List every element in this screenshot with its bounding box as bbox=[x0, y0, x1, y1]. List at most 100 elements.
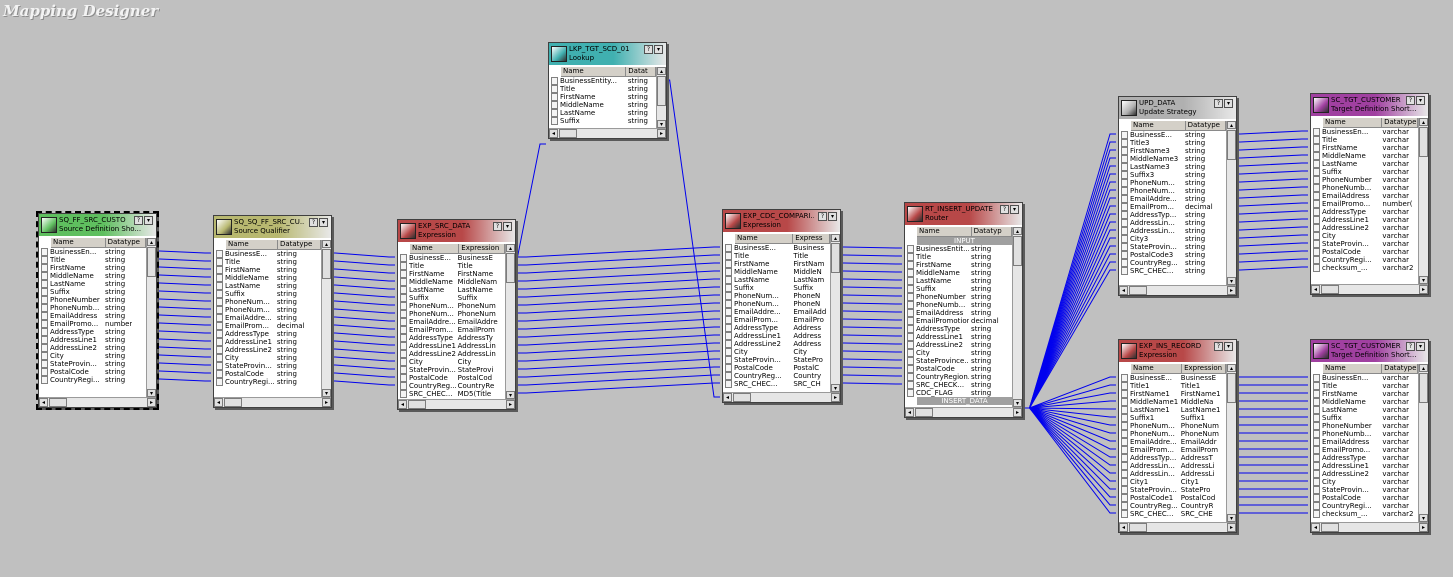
input-port[interactable] bbox=[1121, 502, 1128, 510]
scroll-down-arrow[interactable]: ▾ bbox=[1227, 277, 1236, 285]
port-row[interactable]: Title1 Title1 bbox=[1119, 382, 1234, 390]
help-button[interactable]: ? bbox=[1214, 342, 1223, 351]
link-router-upd[interactable] bbox=[1025, 245, 1116, 409]
transformation-sq[interactable]: SQ_SQ_FF_SRC_CU... Source Qualifier? ▾ Name… bbox=[213, 215, 332, 408]
link-exp-cdc[interactable] bbox=[516, 278, 720, 290]
port-row[interactable]: BusinessEn... string bbox=[39, 248, 154, 256]
input-port[interactable] bbox=[41, 248, 48, 256]
link-router-upd[interactable] bbox=[1025, 261, 1116, 409]
input-port[interactable] bbox=[1121, 478, 1128, 486]
port-row[interactable]: BusinessE... BusinessE bbox=[398, 254, 513, 262]
port-grid[interactable]: Name Express BusinessE... Business Title Titl… bbox=[723, 232, 840, 402]
horizontal-scrollbar[interactable]: ◂ ▸ bbox=[1311, 284, 1428, 294]
port-row[interactable]: EmailAddre... EmailAdd bbox=[723, 308, 838, 316]
link-upd-target[interactable] bbox=[1237, 202, 1308, 207]
input-port[interactable] bbox=[400, 302, 407, 310]
minimize-button[interactable]: ▾ bbox=[828, 212, 837, 221]
link-router-exp-ins[interactable] bbox=[1025, 407, 1116, 458]
input-port[interactable] bbox=[1313, 152, 1320, 160]
vertical-scrollbar[interactable]: ▴ ▾ bbox=[1226, 364, 1236, 522]
link-sq-exp[interactable] bbox=[332, 372, 395, 378]
link-upd-target[interactable] bbox=[1237, 146, 1308, 151]
input-port[interactable] bbox=[41, 328, 48, 336]
port-row[interactable]: AddressLine1 string bbox=[214, 338, 329, 346]
scroll-right-arrow[interactable]: ▸ bbox=[1227, 523, 1236, 532]
input-port[interactable] bbox=[907, 253, 914, 261]
port-row[interactable]: City string bbox=[905, 349, 1020, 357]
link-exp-cdc[interactable] bbox=[516, 246, 720, 258]
port-row[interactable]: PhoneNumb... varchar bbox=[1311, 184, 1426, 192]
vertical-scrollbar[interactable]: ▴ ▾ bbox=[1418, 118, 1428, 284]
scroll-down-arrow[interactable]: ▾ bbox=[147, 389, 156, 397]
port-row[interactable]: EmailAddre... string bbox=[214, 314, 329, 322]
port-row[interactable]: AddressLin... AddressLi bbox=[1119, 470, 1234, 478]
port-row[interactable]: EmailPromotion decimal bbox=[905, 317, 1020, 325]
port-row[interactable]: FirstName string bbox=[39, 264, 154, 272]
port-grid[interactable]: Name Expression BusinessE... BusinessE Title… bbox=[398, 242, 515, 409]
port-row[interactable]: Title string bbox=[549, 85, 664, 93]
link-exp-cdc[interactable] bbox=[516, 254, 720, 266]
input-port[interactable] bbox=[725, 252, 732, 260]
input-port[interactable] bbox=[1121, 430, 1128, 438]
vertical-scrollbar[interactable]: ▴ ▾ bbox=[656, 67, 666, 128]
link-sq-exp[interactable] bbox=[332, 284, 395, 290]
link-src-sq[interactable] bbox=[157, 314, 211, 318]
link-src-sq[interactable] bbox=[157, 330, 211, 334]
input-port[interactable] bbox=[216, 330, 223, 338]
input-port[interactable] bbox=[907, 365, 914, 373]
scroll-thumb[interactable] bbox=[1321, 523, 1339, 532]
port-row[interactable]: EmailProm... decimal bbox=[1119, 203, 1234, 211]
input-port[interactable] bbox=[1121, 171, 1128, 179]
port-row[interactable]: EmailAddress string bbox=[39, 312, 154, 320]
input-port[interactable] bbox=[907, 301, 914, 309]
port-row[interactable]: BusinessE... string bbox=[214, 250, 329, 258]
mapping-canvas[interactable]: Mapping Designer SQ_FF_SRC_CUSTO Source D… bbox=[0, 0, 1453, 577]
link-sq-exp[interactable] bbox=[332, 356, 395, 362]
port-row[interactable]: AddressLine1 varchar bbox=[1311, 462, 1426, 470]
link-router-upd[interactable] bbox=[1025, 213, 1116, 409]
port-row[interactable]: PhoneNumber string bbox=[39, 296, 154, 304]
input-port[interactable] bbox=[216, 362, 223, 370]
input-port[interactable] bbox=[1121, 243, 1128, 251]
input-port[interactable] bbox=[1313, 232, 1320, 240]
port-row[interactable]: Suffix1 Suffix1 bbox=[1119, 414, 1234, 422]
port-row[interactable]: LastName3 string bbox=[1119, 163, 1234, 171]
port-grid[interactable]: Name Datatype BusinessEn... varchar Title var… bbox=[1311, 362, 1428, 532]
input-port[interactable] bbox=[725, 332, 732, 340]
input-port[interactable] bbox=[907, 261, 914, 269]
input-port[interactable] bbox=[1313, 224, 1320, 232]
scroll-thumb[interactable] bbox=[657, 76, 666, 106]
port-grid[interactable]: Name Datatyp INPUT BusinessEntit... string Ti… bbox=[905, 225, 1022, 417]
link-upd-target[interactable] bbox=[1237, 154, 1308, 159]
input-port[interactable] bbox=[216, 322, 223, 330]
port-row[interactable]: MiddleName string bbox=[905, 269, 1020, 277]
port-row[interactable]: AddressTyp... string bbox=[1119, 211, 1234, 219]
input-port[interactable] bbox=[1121, 235, 1128, 243]
port-row[interactable]: PostalCode1 PostalCod bbox=[1119, 494, 1234, 502]
port-row[interactable]: AddressLine2 AddressLin bbox=[398, 350, 513, 358]
port-row[interactable]: Suffix varchar bbox=[1311, 414, 1426, 422]
input-port[interactable] bbox=[1121, 454, 1128, 462]
input-port[interactable] bbox=[1313, 208, 1320, 216]
link-sq-exp[interactable] bbox=[332, 260, 395, 266]
link-sq-exp[interactable] bbox=[332, 252, 395, 258]
input-port[interactable] bbox=[400, 310, 407, 318]
input-port[interactable] bbox=[1313, 430, 1320, 438]
scroll-left-arrow[interactable]: ◂ bbox=[723, 393, 732, 402]
input-port[interactable] bbox=[907, 317, 914, 325]
vertical-scrollbar[interactable]: ▴ ▾ bbox=[146, 238, 156, 397]
port-row[interactable]: Title varchar bbox=[1311, 382, 1426, 390]
input-port[interactable] bbox=[41, 368, 48, 376]
port-row[interactable]: EmailAddre... EmailAddr bbox=[1119, 438, 1234, 446]
port-row[interactable]: City1 City1 bbox=[1119, 478, 1234, 486]
port-row[interactable]: CountryReg... CountryR bbox=[1119, 502, 1234, 510]
link-exp-cdc[interactable] bbox=[516, 294, 720, 306]
input-port[interactable] bbox=[41, 320, 48, 328]
link-sq-exp[interactable] bbox=[332, 364, 395, 370]
link-upd-target[interactable] bbox=[1237, 186, 1308, 191]
input-port[interactable] bbox=[1121, 131, 1128, 139]
help-button[interactable]: ? bbox=[1000, 205, 1009, 214]
link-src-sq[interactable] bbox=[157, 338, 211, 342]
port-row[interactable]: AddressType string bbox=[905, 325, 1020, 333]
port-row[interactable]: Suffix Suffix bbox=[398, 294, 513, 302]
